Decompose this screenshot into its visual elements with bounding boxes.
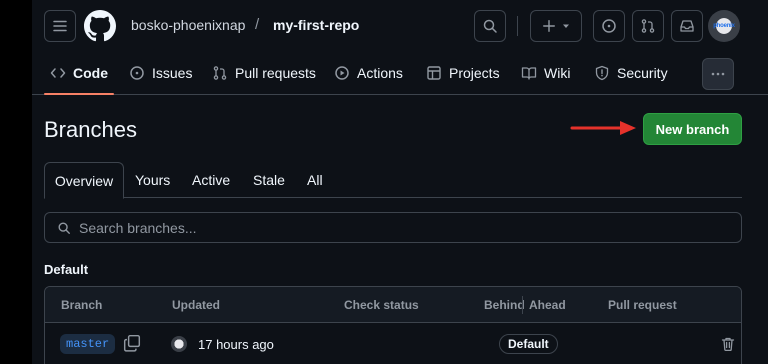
column-header-branch: Branch bbox=[61, 298, 103, 312]
table-header: Branch Updated Check status Behind Ahead… bbox=[45, 287, 741, 323]
branch-name-link[interactable]: master bbox=[60, 334, 116, 354]
shield-icon bbox=[595, 65, 609, 81]
repo-nav: Code Issues Pull requests Actions Projec… bbox=[32, 52, 768, 95]
subtab-stale[interactable]: Stale bbox=[253, 162, 285, 198]
tab-projects-label: Projects bbox=[449, 65, 500, 81]
search-branches-input[interactable]: Search branches... bbox=[44, 212, 742, 243]
triangle-down-icon bbox=[563, 24, 569, 28]
create-new-button[interactable] bbox=[530, 10, 582, 42]
pull-request-icon bbox=[641, 19, 655, 33]
column-header-check-status: Check status bbox=[344, 298, 419, 312]
tab-projects[interactable]: Projects bbox=[426, 52, 500, 94]
tab-issues-label: Issues bbox=[152, 65, 193, 81]
tab-pull-requests[interactable]: Pull requests bbox=[212, 52, 316, 94]
github-logo[interactable] bbox=[84, 10, 116, 42]
tab-security[interactable]: Security bbox=[594, 52, 668, 94]
issues-button[interactable] bbox=[593, 10, 625, 42]
pull-request-icon bbox=[213, 66, 227, 80]
section-heading-default: Default bbox=[44, 262, 89, 277]
subtab-all[interactable]: All bbox=[307, 162, 323, 198]
search-placeholder: Search branches... bbox=[79, 219, 197, 236]
avatar-label: phoenix bbox=[713, 23, 735, 29]
table-icon bbox=[427, 66, 441, 80]
page-title: Branches bbox=[44, 117, 137, 142]
pull-requests-button[interactable] bbox=[632, 10, 664, 42]
tab-code-label: Code bbox=[73, 65, 108, 81]
play-icon bbox=[335, 66, 349, 80]
global-header: bosko-phoenixnap / my-first-repo phoenix bbox=[32, 0, 768, 52]
new-branch-button[interactable]: New branch bbox=[643, 113, 742, 145]
column-header-updated: Updated bbox=[172, 298, 220, 312]
tab-pull-requests-label: Pull requests bbox=[235, 65, 316, 81]
inbox-button[interactable] bbox=[671, 10, 703, 42]
book-icon bbox=[521, 67, 537, 80]
branches-table: Branch Updated Check status Behind Ahead… bbox=[44, 286, 742, 364]
app-window: bosko-phoenixnap / my-first-repo phoenix… bbox=[32, 0, 768, 364]
user-avatar[interactable]: phoenix bbox=[708, 10, 740, 42]
updated-time: 17 hours ago bbox=[198, 337, 274, 352]
tab-wiki-label: Wiki bbox=[544, 65, 571, 81]
plus-icon bbox=[543, 20, 555, 32]
tab-code[interactable]: Code bbox=[44, 52, 114, 95]
tab-issues[interactable]: Issues bbox=[129, 52, 192, 94]
code-icon bbox=[50, 68, 66, 78]
github-mark-icon bbox=[84, 10, 116, 42]
column-divider bbox=[522, 296, 523, 314]
tab-wiki[interactable]: Wiki bbox=[521, 52, 570, 94]
search-icon bbox=[58, 221, 70, 234]
issue-icon bbox=[130, 66, 144, 80]
search-button[interactable] bbox=[474, 10, 506, 42]
column-header-pull-request: Pull request bbox=[608, 298, 677, 312]
breadcrumb-repo[interactable]: my-first-repo bbox=[273, 17, 359, 33]
search-icon bbox=[483, 19, 497, 33]
committer-avatar[interactable] bbox=[171, 336, 187, 352]
annotation-arrow-icon bbox=[570, 121, 636, 135]
trash-icon[interactable] bbox=[720, 336, 736, 352]
more-tabs-button[interactable] bbox=[702, 58, 734, 90]
breadcrumb-owner[interactable]: bosko-phoenixnap bbox=[131, 17, 245, 33]
tab-actions-label: Actions bbox=[357, 65, 403, 81]
menu-button[interactable] bbox=[44, 10, 76, 42]
subtab-overview[interactable]: Overview bbox=[44, 162, 124, 199]
table-row: master 17 hours ago Default bbox=[45, 324, 741, 364]
column-header-ahead: Ahead bbox=[529, 298, 566, 312]
inbox-icon bbox=[680, 20, 694, 32]
subtab-yours[interactable]: Yours bbox=[135, 162, 170, 198]
issue-icon bbox=[602, 19, 616, 33]
breadcrumb-separator: / bbox=[255, 16, 260, 33]
header-divider bbox=[517, 16, 518, 36]
default-badge: Default bbox=[499, 334, 558, 354]
branch-filter-tabs: Overview Yours Active Stale All bbox=[44, 162, 742, 199]
hamburger-icon bbox=[53, 20, 67, 32]
column-header-behind: Behind bbox=[484, 298, 525, 312]
kebab-horizontal-icon bbox=[711, 72, 725, 76]
subtab-active[interactable]: Active bbox=[192, 162, 230, 198]
tab-security-label: Security bbox=[617, 65, 668, 81]
tab-actions[interactable]: Actions bbox=[334, 52, 403, 94]
copy-icon[interactable] bbox=[123, 334, 141, 352]
